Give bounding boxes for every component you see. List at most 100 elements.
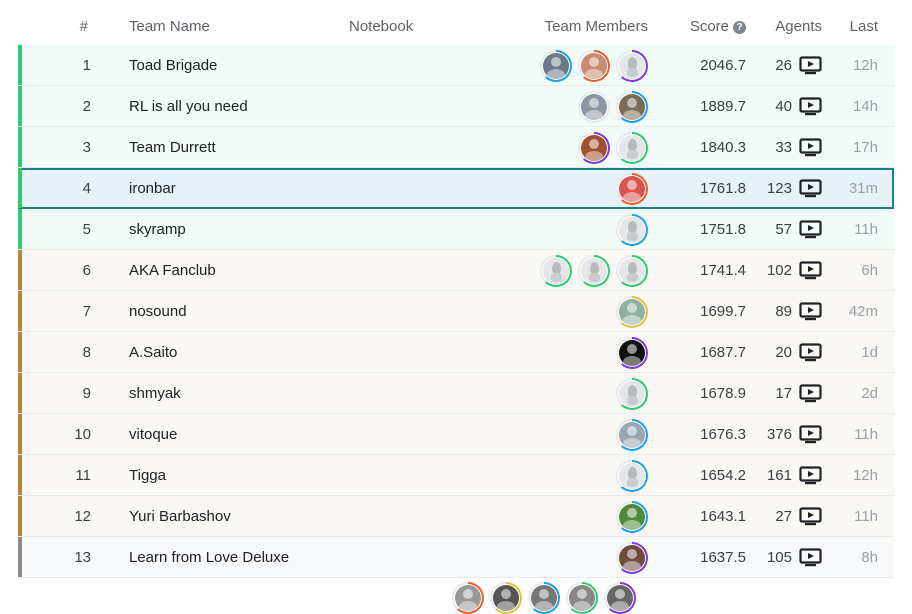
score-cell: 1840.3 [700, 139, 746, 156]
table-row[interactable]: 2 RL is all you need 1889.7 40 14h [18, 86, 894, 127]
avatar-photo [619, 340, 645, 366]
default-avatar-icon [619, 381, 645, 407]
member-avatar[interactable] [616, 173, 648, 205]
agents-column-header[interactable]: Agents [775, 18, 822, 35]
member-avatar[interactable] [616, 419, 648, 451]
member-avatar[interactable] [616, 296, 648, 328]
table-row[interactable]: 7 nosound 1699.7 89 42m [18, 291, 894, 332]
member-avatar[interactable] [452, 582, 484, 614]
member-avatar[interactable] [540, 255, 572, 287]
table-row[interactable]: 6 AKA Fanclub 1741.4 102 6h [18, 250, 894, 291]
table-row[interactable]: 5 skyramp 1751.8 57 11h [18, 209, 894, 250]
agents-count: 17 [775, 385, 792, 402]
member-avatar[interactable] [578, 132, 610, 164]
team-name-column-header[interactable]: Team Name [129, 18, 210, 35]
help-icon[interactable]: ? [733, 21, 746, 34]
team-name[interactable]: AKA Fanclub [129, 262, 216, 279]
team-name[interactable]: ironbar [129, 180, 176, 197]
team-name[interactable]: Learn from Love Deluxe [129, 549, 289, 566]
table-row[interactable]: 1 Toad Brigade 2046.7 26 12h [18, 45, 894, 86]
member-avatar[interactable] [616, 132, 648, 164]
team-name[interactable]: Toad Brigade [129, 57, 217, 74]
last-submission: 12h [852, 57, 878, 74]
table-row[interactable]: 3 Team Durrett 1840.3 33 17h [18, 127, 894, 168]
member-avatar[interactable] [616, 501, 648, 533]
member-avatar[interactable] [578, 50, 610, 82]
rank-cell: 5 [82, 221, 91, 238]
member-avatar[interactable] [490, 582, 522, 614]
team-name[interactable]: Team Durrett [129, 139, 216, 156]
team-name[interactable]: skyramp [129, 221, 186, 238]
member-avatar[interactable] [616, 337, 648, 369]
medal-tier-band [18, 250, 22, 290]
table-row[interactable]: 4 ironbar 1761.8 123 31m [18, 168, 894, 209]
last-submission: 31m [848, 180, 878, 197]
member-avatar[interactable] [616, 214, 648, 246]
team-name[interactable]: nosound [129, 303, 187, 320]
medal-tier-band [18, 496, 22, 536]
team-name[interactable]: vitoque [129, 426, 177, 443]
member-avatar[interactable] [616, 378, 648, 410]
table-row[interactable]: 10 vitoque 1676.3 376 11h [18, 414, 894, 455]
watch-replay-icon[interactable] [799, 548, 822, 567]
watch-replay-icon[interactable] [799, 261, 822, 280]
member-avatar[interactable] [578, 255, 610, 287]
watch-replay-icon[interactable] [799, 179, 822, 198]
member-avatar[interactable] [616, 460, 648, 492]
table-row[interactable]: 9 shmyak 1678.9 17 2d [18, 373, 894, 414]
watch-replay-icon[interactable] [799, 56, 822, 75]
rank-column-header[interactable]: # [80, 18, 88, 35]
watch-replay-icon[interactable] [799, 466, 822, 485]
team-members [616, 460, 648, 492]
table-row[interactable]: 13 Learn from Love Deluxe 1637.5 105 8h [18, 537, 894, 578]
team-name[interactable]: Tigga [129, 467, 166, 484]
score-column-header[interactable]: Score? [690, 18, 746, 35]
watch-replay-icon[interactable] [799, 97, 822, 116]
table-row[interactable]: 12 Yuri Barbashov 1643.1 27 11h [18, 496, 894, 537]
watch-replay-icon[interactable] [799, 384, 822, 403]
member-avatar[interactable] [566, 582, 598, 614]
avatar-photo [581, 53, 607, 79]
team-name[interactable]: RL is all you need [129, 98, 248, 115]
member-avatar[interactable] [616, 50, 648, 82]
team-name[interactable]: A.Saito [129, 344, 177, 361]
agents-count: 57 [775, 221, 792, 238]
default-avatar-icon [543, 258, 569, 284]
member-avatar[interactable] [604, 582, 636, 614]
team-name[interactable]: Yuri Barbashov [129, 508, 231, 525]
partial-row-members [452, 582, 636, 614]
watch-replay-icon[interactable] [799, 507, 822, 526]
member-avatar[interactable] [578, 91, 610, 123]
team-name[interactable]: shmyak [129, 385, 181, 402]
score-cell: 1687.7 [700, 344, 746, 361]
watch-replay-icon[interactable] [799, 138, 822, 157]
table-row[interactable]: 8 A.Saito 1687.7 20 1d [18, 332, 894, 373]
member-avatar[interactable] [616, 255, 648, 287]
member-avatar[interactable] [616, 91, 648, 123]
member-avatar[interactable] [616, 542, 648, 574]
watch-replay-icon[interactable] [799, 220, 822, 239]
last-submission: 11h [854, 221, 878, 238]
watch-replay-icon[interactable] [799, 302, 822, 321]
last-submission: 6h [861, 262, 878, 279]
table-row[interactable]: 11 Tigga 1654.2 161 12h [18, 455, 894, 496]
leaderboard-table: # Team Name Notebook Team Members Score?… [18, 0, 894, 590]
medal-tier-band [18, 414, 22, 454]
rank-cell: 9 [82, 385, 91, 402]
rank-cell: 4 [82, 180, 91, 197]
watch-replay-icon[interactable] [799, 425, 822, 444]
rank-cell: 13 [74, 549, 91, 566]
last-column-header[interactable]: Last [850, 18, 878, 35]
last-submission: 42m [848, 303, 878, 320]
member-avatar[interactable] [528, 582, 560, 614]
agents-count: 102 [766, 262, 792, 279]
team-members [616, 296, 648, 328]
rank-cell: 12 [74, 508, 91, 525]
agents-count: 26 [775, 57, 792, 74]
agents-count: 105 [766, 549, 792, 566]
member-avatar[interactable] [540, 50, 572, 82]
score-cell: 2046.7 [700, 57, 746, 74]
score-header-label: Score [689, 18, 729, 35]
medal-tier-band [18, 168, 22, 208]
watch-replay-icon[interactable] [799, 343, 822, 362]
